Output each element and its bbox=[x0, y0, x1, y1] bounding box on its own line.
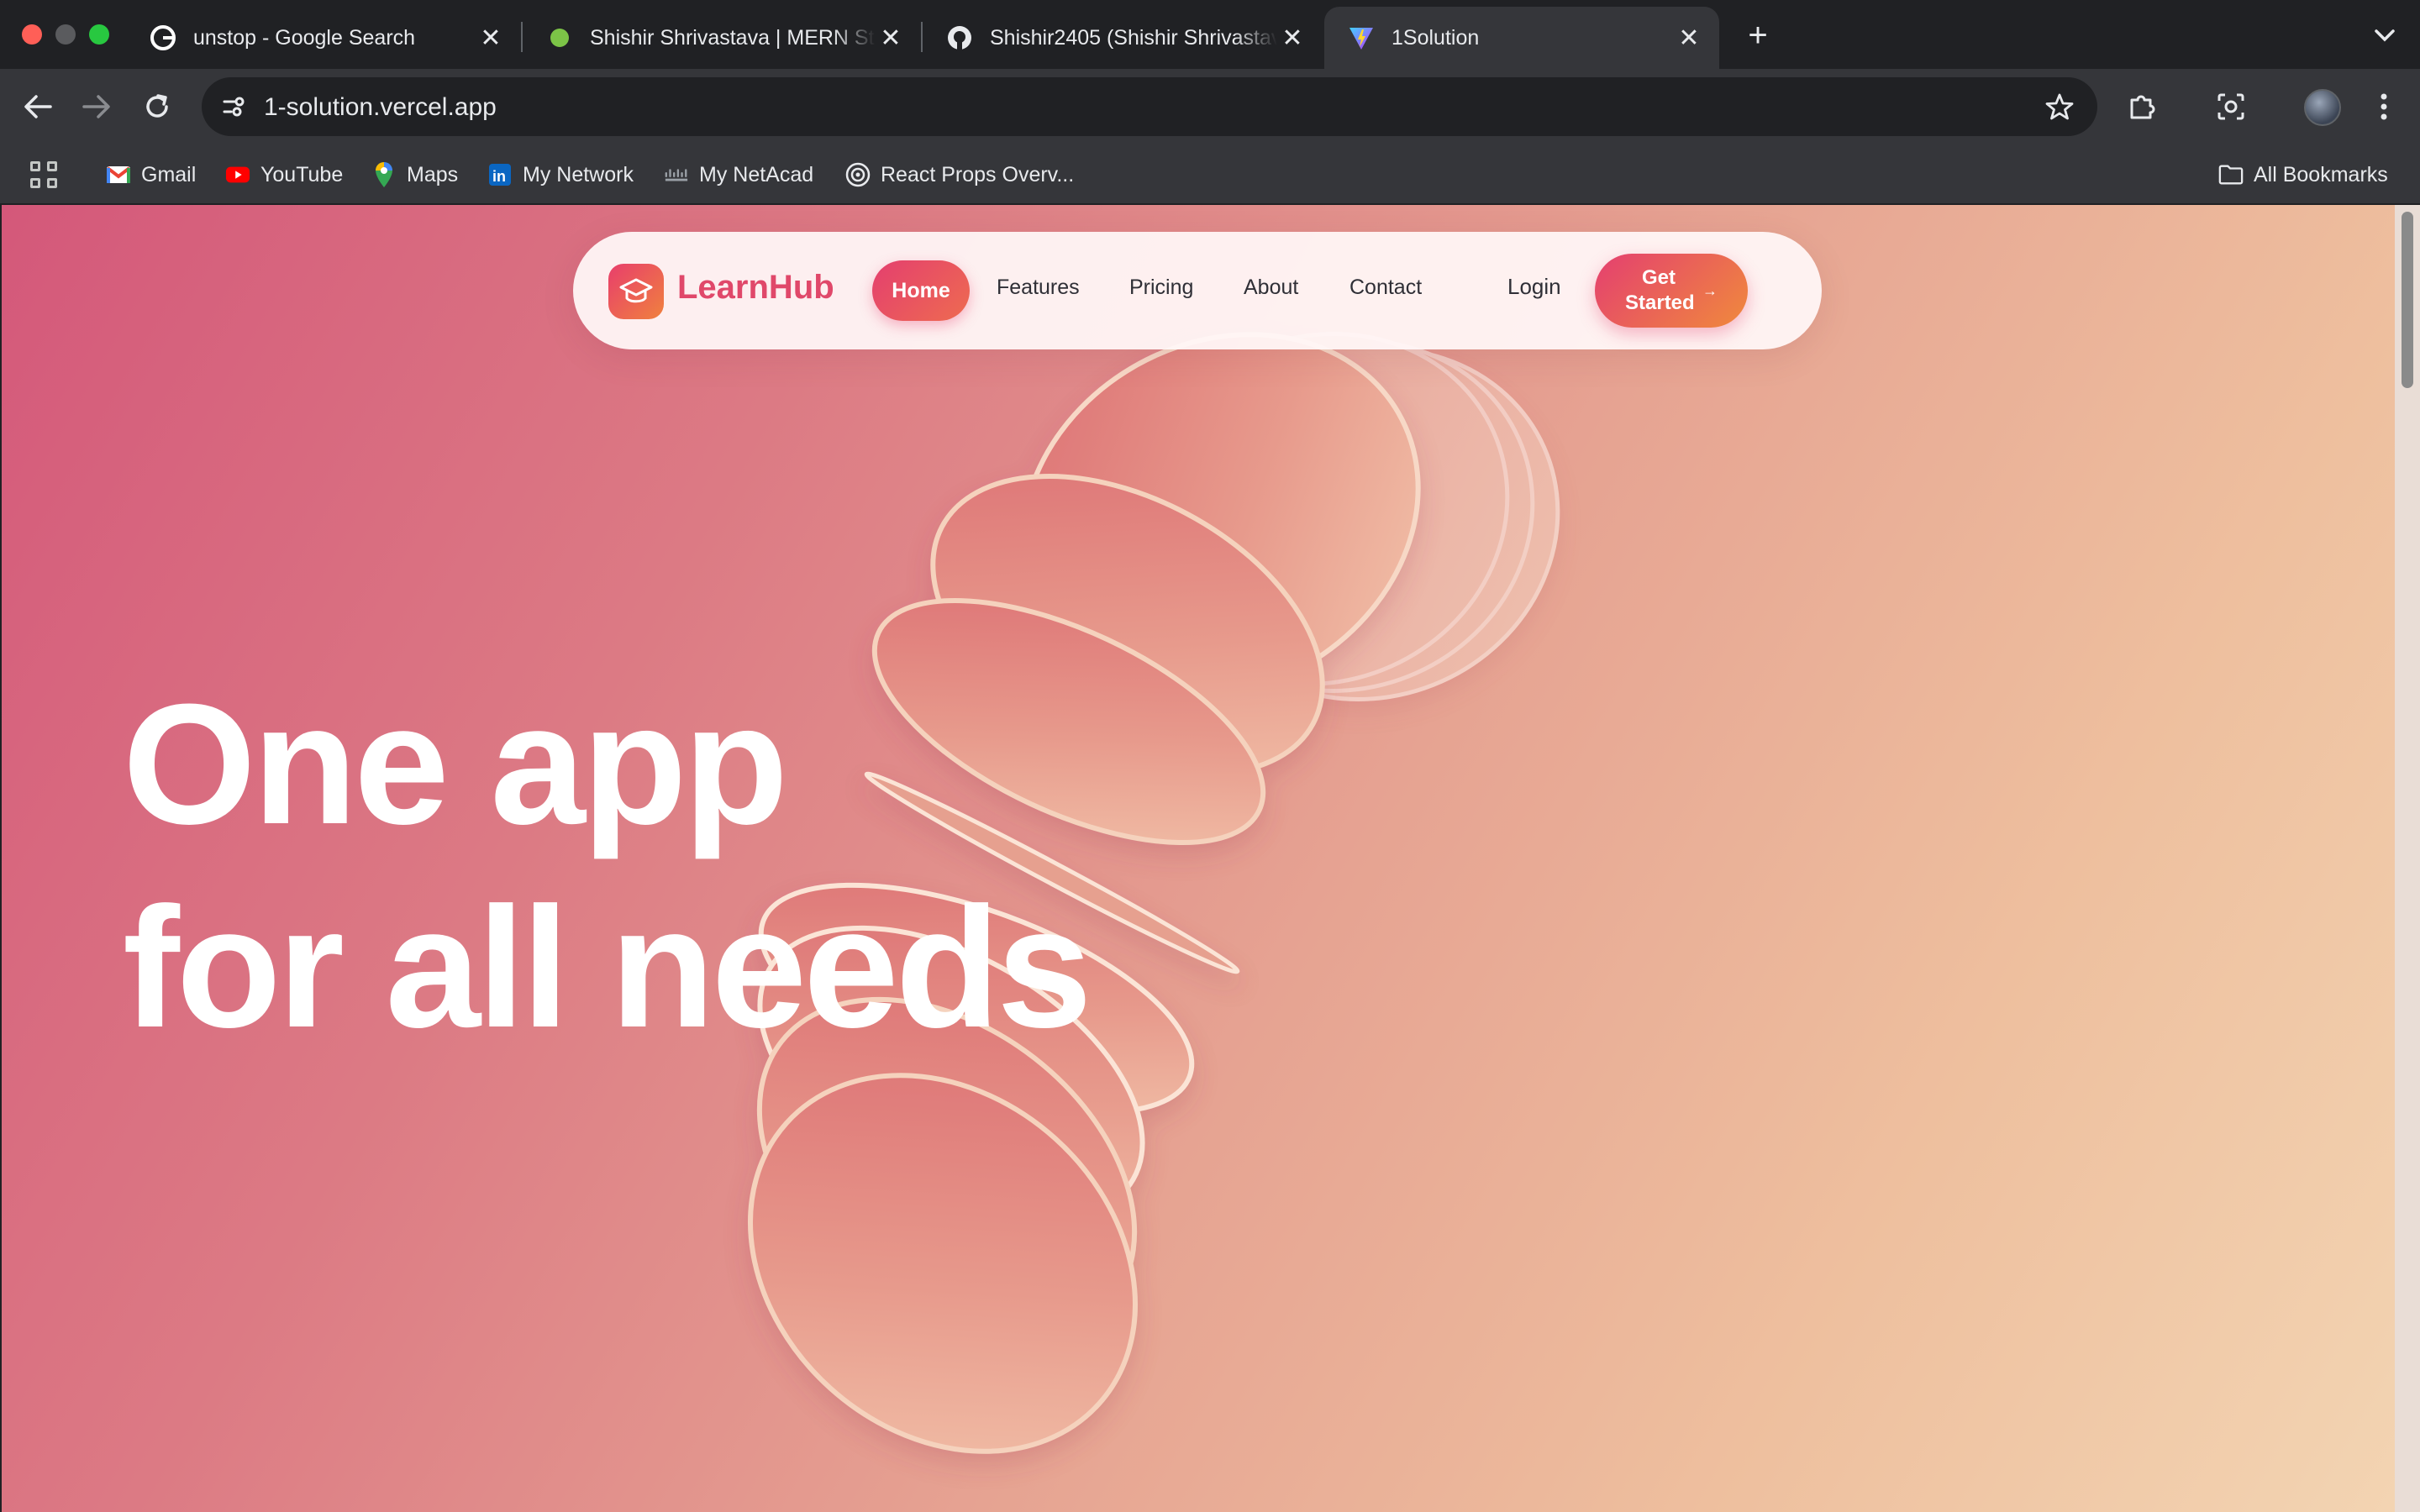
page-scrollbar[interactable] bbox=[2395, 205, 2420, 1512]
site-info-icon[interactable] bbox=[213, 87, 254, 127]
address-bar[interactable]: 1-solution.vercel.app bbox=[202, 77, 2097, 136]
tab-strip: unstop - Google Search ✕ Shishir Shrivas… bbox=[0, 0, 2420, 69]
nav-contact-link[interactable]: Contact bbox=[1349, 276, 1422, 300]
browser-chrome: unstop - Google Search ✕ Shishir Shrivas… bbox=[0, 0, 2420, 205]
bookmark-label: Gmail bbox=[141, 162, 197, 186]
bookmark-maps[interactable]: Maps bbox=[371, 156, 458, 193]
tab-close-icon[interactable]: ✕ bbox=[1674, 23, 1704, 53]
github-icon bbox=[946, 24, 973, 51]
bookmark-gmail[interactable]: Gmail bbox=[106, 156, 196, 193]
bookmark-label: YouTube bbox=[260, 162, 344, 186]
tab-title: Shishir2405 (Shishir Shrivastava) bbox=[990, 25, 1277, 50]
graduation-cap-icon[interactable] bbox=[608, 264, 664, 319]
maps-icon bbox=[371, 162, 397, 187]
tab-close-icon[interactable]: ✕ bbox=[476, 23, 506, 53]
minimize-window-button[interactable] bbox=[55, 24, 76, 45]
folder-icon bbox=[2218, 162, 2244, 187]
bookmark-my-network[interactable]: in My Network bbox=[487, 156, 634, 193]
all-bookmarks-button[interactable]: All Bookmarks bbox=[2218, 156, 2388, 193]
bookmark-label: My Network bbox=[523, 162, 634, 186]
nav-home-button[interactable]: Home bbox=[872, 260, 970, 321]
tab-title: unstop - Google Search bbox=[193, 25, 416, 50]
nav-about-link[interactable]: About bbox=[1244, 276, 1298, 300]
gmail-icon bbox=[106, 162, 131, 187]
apps-grid-icon[interactable] bbox=[30, 161, 57, 188]
youtube-icon bbox=[225, 162, 250, 187]
tab-close-icon[interactable]: ✕ bbox=[876, 23, 906, 53]
get-started-button[interactable]: Get Started → bbox=[1595, 254, 1748, 328]
nav-pricing-link[interactable]: Pricing bbox=[1129, 276, 1193, 300]
hero-headline-line-1: One app bbox=[123, 669, 788, 860]
extensions-puzzle-icon[interactable] bbox=[2121, 86, 2163, 128]
login-link[interactable]: Login bbox=[1507, 274, 1561, 300]
brand-logo-text[interactable]: LearnHub bbox=[677, 269, 834, 307]
maximize-window-button[interactable] bbox=[89, 24, 109, 45]
reload-button[interactable] bbox=[136, 86, 178, 128]
bookmarks-bar: Gmail YouTube Maps in My Network My NetA… bbox=[0, 144, 2420, 205]
back-button[interactable] bbox=[17, 86, 59, 128]
linkedin-icon: in bbox=[487, 162, 513, 187]
bookmark-label: React Props Overv... bbox=[881, 162, 1075, 186]
bookmark-star-icon[interactable] bbox=[2042, 89, 2077, 124]
nav-features-link[interactable]: Features bbox=[997, 276, 1080, 300]
profile-avatar[interactable] bbox=[2304, 89, 2341, 126]
menu-kebab-icon[interactable] bbox=[2363, 86, 2405, 128]
bookmark-youtube[interactable]: YouTube bbox=[225, 156, 343, 193]
vite-icon bbox=[1348, 24, 1375, 51]
tab-github[interactable]: Shishir2405 (Shishir Shrivastava) ✕ bbox=[923, 7, 1323, 69]
google-icon bbox=[150, 24, 176, 51]
forward-button[interactable] bbox=[76, 86, 118, 128]
openai-icon bbox=[845, 162, 871, 187]
arrow-right-icon: → bbox=[1702, 282, 1718, 299]
tab-close-icon[interactable]: ✕ bbox=[1277, 23, 1307, 53]
tab-portfolio[interactable]: Shishir Shrivastava | MERN Stack ✕ bbox=[523, 7, 921, 69]
green-dot-icon bbox=[546, 24, 573, 51]
tab-title: Shishir Shrivastava | MERN Stack bbox=[590, 25, 876, 50]
bookmark-label: Maps bbox=[407, 162, 459, 186]
tab-google-search[interactable]: unstop - Google Search ✕ bbox=[126, 7, 521, 69]
scrollbar-thumb[interactable] bbox=[2402, 212, 2413, 388]
browser-toolbar: 1-solution.vercel.app bbox=[0, 69, 2420, 144]
svg-text:in: in bbox=[492, 168, 506, 185]
screenshot-lens-icon[interactable] bbox=[2210, 86, 2252, 128]
tab-title: 1Solution bbox=[1392, 25, 1480, 50]
page-viewport: One app for all needs LearnHub Home Feat… bbox=[2, 205, 2395, 1512]
cisco-icon bbox=[664, 162, 689, 187]
close-window-button[interactable] bbox=[22, 24, 42, 45]
tab-search-chevron-icon[interactable] bbox=[2368, 18, 2402, 52]
hero-headline-line-2: for all needs bbox=[123, 872, 1092, 1063]
bookmark-my-netacad[interactable]: My NetAcad bbox=[664, 156, 813, 193]
tab-1solution[interactable]: 1Solution ✕ bbox=[1324, 7, 1719, 69]
hero-headline: One app for all needs bbox=[123, 663, 1092, 1069]
get-started-label: Get Started bbox=[1625, 266, 1695, 314]
all-bookmarks-label: All Bookmarks bbox=[2254, 162, 2388, 186]
bookmark-label: My NetAcad bbox=[699, 162, 814, 186]
new-tab-button[interactable]: + bbox=[1739, 17, 1776, 54]
site-navbar: LearnHub Home Features Pricing About Con… bbox=[573, 232, 1822, 349]
bookmark-react-props[interactable]: React Props Overv... bbox=[845, 156, 1074, 193]
url-text[interactable]: 1-solution.vercel.app bbox=[264, 93, 497, 122]
